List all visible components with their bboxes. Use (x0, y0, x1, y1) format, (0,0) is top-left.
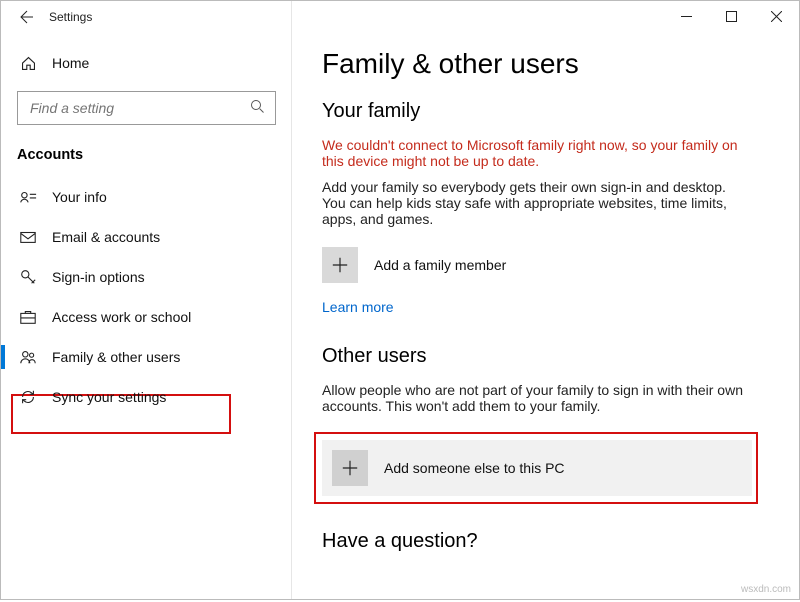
sidebar-item-label: Sign-in options (52, 269, 145, 285)
content: Family & other users Your family We coul… (292, 33, 799, 599)
search-icon (250, 99, 265, 117)
learn-more-link[interactable]: Learn more (322, 299, 394, 315)
briefcase-icon (19, 308, 37, 326)
sidebar-item-label: Family & other users (52, 349, 180, 365)
person-card-icon (19, 188, 37, 206)
mail-icon (19, 228, 37, 246)
back-button[interactable] (5, 1, 49, 33)
family-error-text: We couldn't connect to Microsoft family … (322, 137, 752, 169)
arrow-left-icon (19, 9, 35, 25)
other-users-heading: Other users (322, 345, 769, 368)
annotation-highlight-add-other: Add someone else to this PC (314, 432, 758, 504)
search-box[interactable] (17, 91, 276, 125)
sidebar-item-label: Access work or school (52, 309, 191, 325)
plus-icon (332, 450, 368, 486)
add-other-user-button[interactable]: Add someone else to this PC (322, 440, 752, 496)
sidebar-item-label: Sync your settings (52, 389, 166, 405)
titlebar: Settings (1, 1, 799, 33)
search-input[interactable] (28, 99, 250, 117)
sidebar-item-sync-settings[interactable]: Sync your settings (1, 377, 292, 417)
sync-icon (19, 388, 37, 406)
sidebar: Home Accounts Your info Email & accounts (1, 33, 292, 599)
sidebar-item-access-work-school[interactable]: Access work or school (1, 297, 292, 337)
add-family-member-button[interactable]: Add a family member (322, 245, 752, 285)
family-description: Add your family so everybody gets their … (322, 179, 752, 227)
sidebar-item-family-other-users[interactable]: Family & other users (1, 337, 292, 377)
home-label: Home (52, 55, 89, 71)
add-other-user-label: Add someone else to this PC (384, 460, 565, 476)
page-title: Family & other users (322, 48, 769, 80)
sidebar-item-signin-options[interactable]: Sign-in options (1, 257, 292, 297)
other-users-description: Allow people who are not part of your fa… (322, 382, 752, 414)
sidebar-item-label: Email & accounts (52, 229, 160, 245)
sidebar-section-accounts: Accounts (1, 141, 292, 177)
family-heading: Your family (322, 100, 769, 123)
sidebar-item-email-accounts[interactable]: Email & accounts (1, 217, 292, 257)
close-button[interactable] (754, 1, 799, 31)
people-icon (19, 348, 37, 366)
maximize-button[interactable] (709, 1, 754, 31)
plus-icon (322, 247, 358, 283)
add-family-member-label: Add a family member (374, 257, 506, 273)
watermark: wsxdn.com (741, 584, 791, 595)
window-controls (664, 1, 799, 31)
sidebar-item-label: Your info (52, 189, 107, 205)
minimize-button[interactable] (664, 1, 709, 31)
window-title: Settings (49, 10, 92, 24)
question-heading: Have a question? (322, 530, 769, 553)
sidebar-item-your-info[interactable]: Your info (1, 177, 292, 217)
key-icon (19, 268, 37, 286)
home-icon (19, 54, 37, 72)
home-button[interactable]: Home (1, 43, 292, 83)
